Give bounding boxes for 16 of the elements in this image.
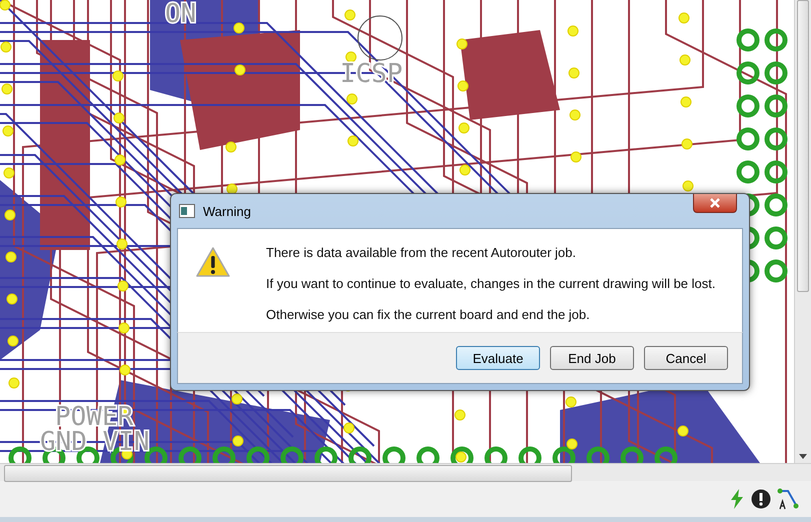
route-icon[interactable] [777, 488, 799, 510]
exclamation-icon[interactable] [751, 489, 771, 509]
horizontal-scrollbar[interactable] [0, 463, 811, 481]
close-icon [710, 198, 720, 208]
message-text: If you want to continue to evaluate, changes in the current drawing will be lost. [266, 276, 716, 291]
window-icon [179, 204, 195, 218]
vertical-scrollbar[interactable] [794, 0, 811, 463]
dialog-button[interactable]: Cancel [644, 346, 728, 370]
dialog-title: Warning [203, 204, 251, 218]
message-text: Otherwise you can fix the current board and end the job. [266, 307, 591, 322]
lightning-icon[interactable] [729, 489, 745, 509]
close-button[interactable] [693, 194, 737, 213]
message-text: There is data available from the recent Autorouter job. [266, 245, 578, 260]
dialog-button[interactable]: End Job [550, 346, 634, 370]
dialog-button[interactable]: Evaluate [456, 346, 540, 370]
warning-icon [196, 247, 230, 277]
